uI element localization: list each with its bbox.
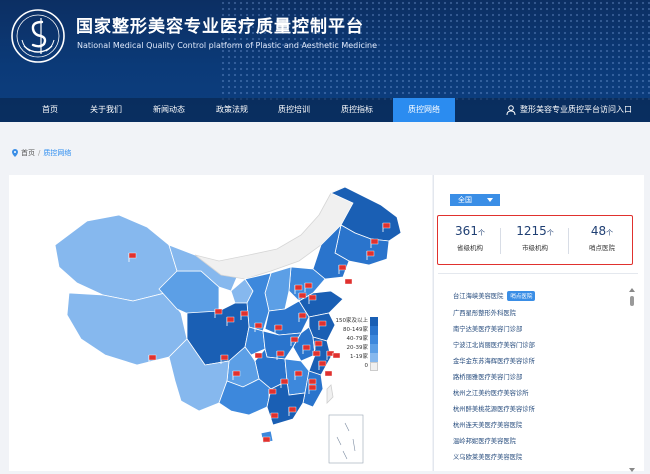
hospital-flag-icon[interactable] xyxy=(262,436,271,446)
stat-label: 哨点医院 xyxy=(589,244,615,252)
stat-unit: 个 xyxy=(546,229,554,237)
stats-box: 361个 省级机构 1215个 市级机构 48个 哨点医院 xyxy=(437,215,633,265)
legend-label: 80-149家 xyxy=(343,327,368,333)
chevron-down-icon xyxy=(487,198,493,202)
stat-label: 市级机构 xyxy=(522,244,548,252)
nav-item-about[interactable]: 关于我们 xyxy=(81,98,131,122)
list-item[interactable]: 南宁达美医疗美容门诊部 xyxy=(453,324,522,333)
list-item[interactable]: 路桥丽雅医疗美容门诊部 xyxy=(453,372,522,381)
hospital-name: 台江海峡美容医院 xyxy=(453,293,504,300)
breadcrumb-current: 质控网络 xyxy=(43,149,72,157)
nav-item-training[interactable]: 质控培训 xyxy=(268,98,320,122)
breadcrumb: 首页 / 质控网络 xyxy=(12,148,71,158)
legend-swatch xyxy=(370,353,378,362)
breadcrumb-separator: / xyxy=(38,149,41,157)
stat-label: 省级机构 xyxy=(457,244,483,252)
legend-label: 1-19家 xyxy=(350,354,368,360)
stat-value: 361 xyxy=(455,224,478,238)
user-icon xyxy=(506,104,516,115)
region-xinjiang[interactable] xyxy=(54,214,178,302)
stat-value: 48 xyxy=(590,224,607,238)
china-map[interactable] xyxy=(9,175,432,471)
site-title: 国家整形美容专业医疗质量控制平台 xyxy=(76,17,364,37)
hospital-flag-icon[interactable] xyxy=(324,370,333,380)
stat-unit: 个 xyxy=(477,229,485,237)
portal-label: 整形美容专业质控平台访问入口 xyxy=(520,105,632,114)
region-select[interactable]: 全国 xyxy=(450,194,500,206)
portal-link[interactable]: 整形美容专业质控平台访问入口 xyxy=(506,98,632,122)
list-item[interactable]: 台江海峡美容医院 哨点医院 xyxy=(453,291,536,301)
list-item[interactable]: 宁波江北尚丽医疗美容门诊部 xyxy=(453,340,535,349)
hospital-flag-icon[interactable] xyxy=(148,354,157,364)
nav-item-home[interactable]: 首页 xyxy=(27,98,73,122)
legend-label: 20-39家 xyxy=(346,345,368,351)
site-header: 国家整形美容专业医疗质量控制平台 National Medical Qualit… xyxy=(0,0,650,122)
stat-municipal: 1215个 市级机构 xyxy=(506,224,564,252)
list-item[interactable]: 金华金东苏海辉医疗美容诊所 xyxy=(453,356,535,365)
region-select-value: 全国 xyxy=(458,196,472,204)
stat-value: 1215 xyxy=(516,224,547,238)
site-subtitle: National Medical Quality Control platfor… xyxy=(77,41,378,50)
legend-label: 150家及以上 xyxy=(335,318,369,324)
legend-swatch xyxy=(370,317,378,326)
nav-item-policy[interactable]: 政策法规 xyxy=(206,98,258,122)
stat-provincial: 361个 省级机构 xyxy=(444,224,496,252)
region-taiwan[interactable] xyxy=(326,384,334,404)
nav-item-news[interactable]: 新闻动态 xyxy=(143,98,195,122)
list-item[interactable]: 温岭邦妮医疗美容医院 xyxy=(453,436,516,445)
list-item[interactable]: 义乌欧莱美医疗美容医院 xyxy=(453,452,522,461)
hospital-list: 台江海峡美容医院 哨点医院 广西星彤整形外科医院 南宁达美医疗美容门诊部 宁波江北… xyxy=(438,273,638,472)
stat-unit: 个 xyxy=(606,229,614,237)
site-logo[interactable] xyxy=(10,8,66,64)
main-nav: 首页 关于我们 新闻动态 政策法规 质控培训 质控指标 质控网络 整形美容专业质… xyxy=(0,98,650,122)
scroll-thumb[interactable] xyxy=(630,296,634,306)
scroll-down-arrow-icon[interactable] xyxy=(629,468,635,472)
location-pin-icon xyxy=(12,149,18,157)
scroll-up-arrow-icon[interactable] xyxy=(629,288,635,292)
list-item[interactable]: 杭州连天美医疗美容医院 xyxy=(453,420,522,429)
hospital-flag-icon[interactable] xyxy=(332,352,341,362)
nav-item-network[interactable]: 质控网络 xyxy=(393,98,455,122)
map-panel: 150家及以上 80-149家 40-79家 20-39家 1-19家 0 xyxy=(9,175,432,471)
sentinel-badge: 哨点医院 xyxy=(507,291,536,301)
legend-swatch xyxy=(370,326,378,335)
list-item[interactable]: 广西星彤整形外科医院 xyxy=(453,308,516,317)
breadcrumb-home[interactable]: 首页 xyxy=(21,149,35,157)
region-tibet[interactable] xyxy=(66,292,188,366)
legend-label: 0 xyxy=(364,363,369,369)
stat-divider xyxy=(500,228,501,254)
legend-label: 40-79家 xyxy=(346,336,368,342)
stat-sentinel: 48个 哨点医院 xyxy=(574,224,630,252)
legend-swatch xyxy=(370,335,378,344)
stat-divider xyxy=(568,228,569,254)
legend-swatch xyxy=(370,344,378,353)
list-item[interactable]: 杭州醉美桃花源医疗美容诊所 xyxy=(453,404,535,413)
nav-item-indicators[interactable]: 质控指标 xyxy=(330,98,384,122)
list-item[interactable]: 杭州之江美约医疗美容诊所 xyxy=(453,388,529,397)
south-china-sea-inset xyxy=(328,414,364,464)
hospital-flag-icon[interactable] xyxy=(344,278,353,288)
list-scrollbar[interactable] xyxy=(629,288,635,472)
network-side-panel: 全国 361个 省级机构 1215个 市级机构 48个 哨点医院 台江海峡美容医… xyxy=(433,175,644,472)
legend-swatch xyxy=(370,362,378,371)
